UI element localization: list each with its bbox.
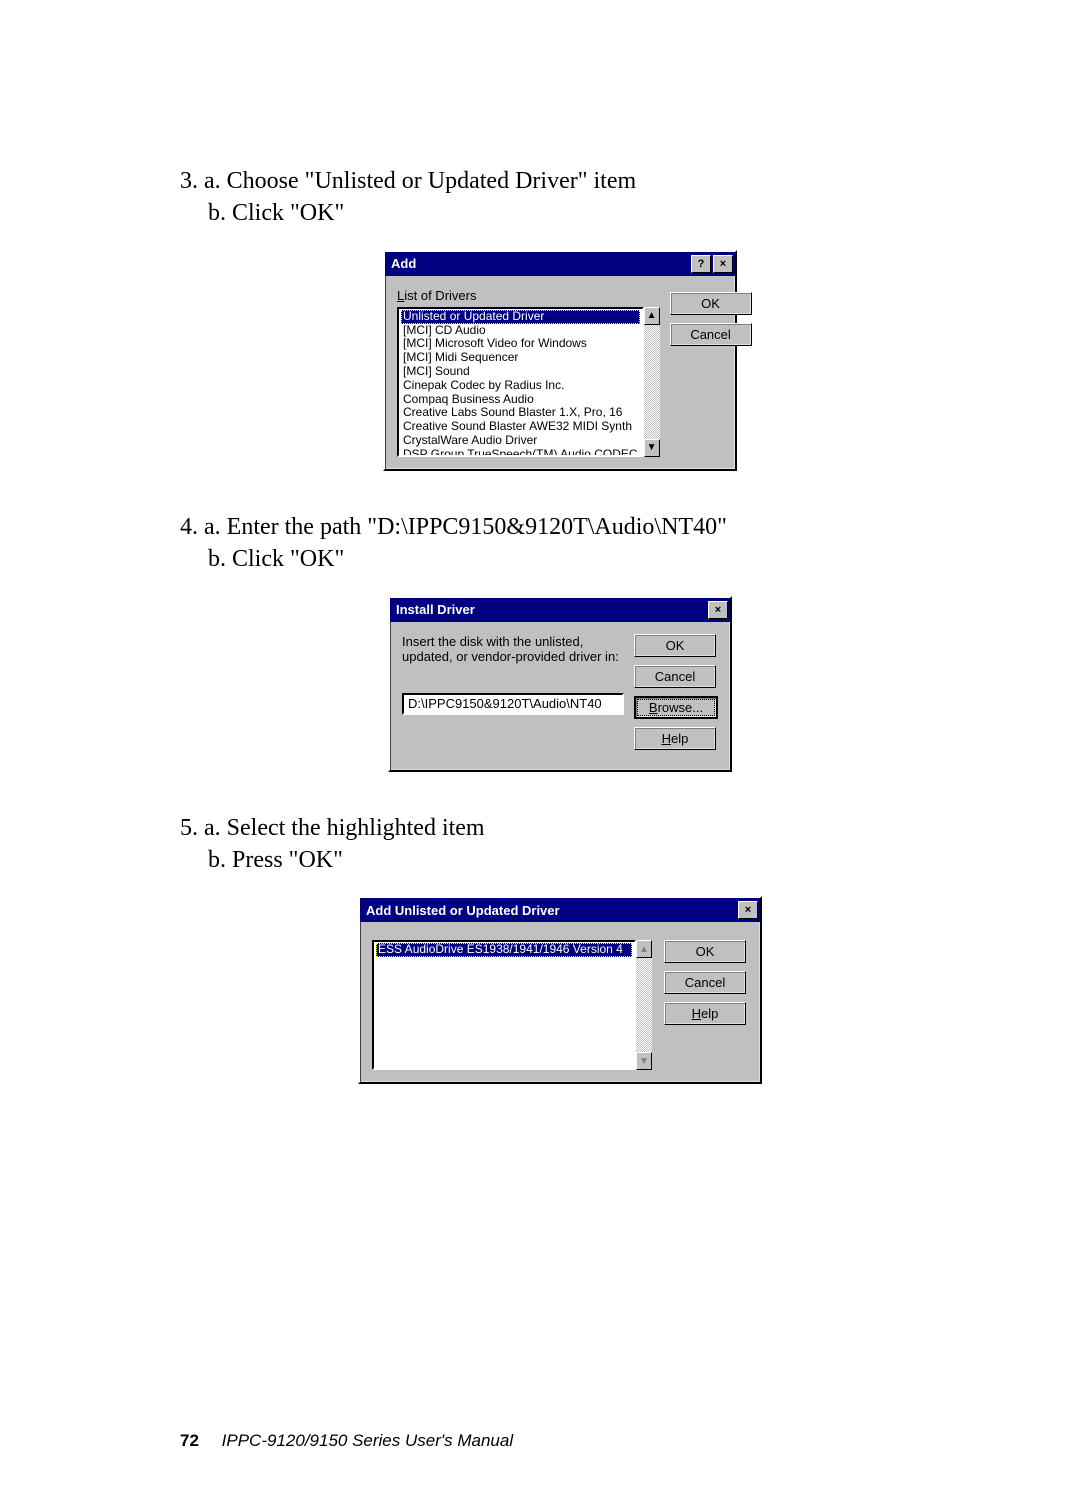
list-item[interactable]: CrystalWare Audio Driver <box>401 434 640 448</box>
close-icon[interactable]: × <box>713 255 733 273</box>
list-item[interactable]: ESS AudioDrive ES1938/1941/1946 Version … <box>376 943 632 957</box>
scrollbar[interactable]: ▲ ▼ <box>644 307 660 457</box>
dialog1-wrap: Add ? × List of Drivers Unlisted or Upda… <box>180 250 940 471</box>
step-4a: 4. a. Enter the path "D:\IPPC9150&9120T\… <box>180 514 727 540</box>
dialog3-titlebar: Add Unlisted or Updated Driver × <box>360 898 760 922</box>
add-unlisted-dialog: Add Unlisted or Updated Driver × ESS Aud… <box>358 896 762 1084</box>
list-item[interactable]: [MCI] Microsoft Video for Windows <box>401 337 640 351</box>
dialog1-titlebar: Add ? × <box>385 252 735 276</box>
path-input[interactable] <box>402 693 624 715</box>
cancel-button[interactable]: Cancel <box>664 971 746 994</box>
document-page: 3. a. Choose "Unlisted or Updated Driver… <box>0 0 1080 1511</box>
dialog3-title: Add Unlisted or Updated Driver <box>366 903 560 918</box>
dialog3-wrap: Add Unlisted or Updated Driver × ESS Aud… <box>180 896 940 1084</box>
scrollbar: ▲ ▼ <box>636 940 652 1070</box>
help-button[interactable]: Help <box>634 727 716 750</box>
close-icon[interactable]: × <box>738 901 758 919</box>
step-3b: b. Click "OK" <box>180 197 940 229</box>
ok-button[interactable]: OK <box>634 634 716 657</box>
list-item[interactable]: Unlisted or Updated Driver <box>401 310 640 324</box>
list-item[interactable]: Creative Sound Blaster AWE32 MIDI Synth <box>401 420 640 434</box>
scroll-up-icon: ▲ <box>636 940 652 958</box>
step-5a: 5. a. Select the highlighted item <box>180 815 485 841</box>
install-driver-dialog: Install Driver × Insert the disk with th… <box>388 596 732 772</box>
dialog1-title: Add <box>391 256 416 271</box>
ok-button[interactable]: OK <box>670 292 752 315</box>
scroll-track <box>636 958 652 1052</box>
page-footer: 72 IPPC-9120/9150 Series User's Manual <box>180 1431 513 1451</box>
page-number: 72 <box>180 1431 199 1450</box>
list-item[interactable]: Creative Labs Sound Blaster 1.X, Pro, 16 <box>401 406 640 420</box>
add-driver-dialog: Add ? × List of Drivers Unlisted or Upda… <box>383 250 737 471</box>
cancel-button[interactable]: Cancel <box>634 665 716 688</box>
help-button[interactable]: Help <box>664 1002 746 1025</box>
step-4b: b. Click "OK" <box>180 543 940 575</box>
footer-text: IPPC-9120/9150 Series User's Manual <box>222 1431 513 1450</box>
step-3a: 3. a. Choose "Unlisted or Updated Driver… <box>180 168 636 194</box>
drivers-listbox[interactable]: Unlisted or Updated Driver [MCI] CD Audi… <box>397 307 644 457</box>
cancel-button[interactable]: Cancel <box>670 323 752 346</box>
scroll-down-icon: ▼ <box>636 1052 652 1070</box>
help-icon[interactable]: ? <box>691 255 711 273</box>
dialog2-wrap: Install Driver × Insert the disk with th… <box>180 596 940 772</box>
list-label: List of Drivers <box>397 288 660 303</box>
list-item[interactable]: Cinepak Codec by Radius Inc. <box>401 379 640 393</box>
scroll-down-icon[interactable]: ▼ <box>644 439 660 457</box>
install-message: Insert the disk with the unlisted, updat… <box>402 634 624 665</box>
step-5-text: 5. a. Select the highlighted item b. Pre… <box>180 812 940 877</box>
step-5b: b. Press "OK" <box>180 844 940 876</box>
list-item[interactable]: [MCI] Midi Sequencer <box>401 351 640 365</box>
scroll-track[interactable] <box>644 325 660 439</box>
dialog2-title: Install Driver <box>396 602 475 617</box>
browse-button[interactable]: Browse... <box>634 696 718 719</box>
step-3-text: 3. a. Choose "Unlisted or Updated Driver… <box>180 165 940 230</box>
list-item[interactable]: Compaq Business Audio <box>401 393 640 407</box>
unlisted-listbox[interactable]: ESS AudioDrive ES1938/1941/1946 Version … <box>372 940 636 1070</box>
ok-button[interactable]: OK <box>664 940 746 963</box>
list-item[interactable]: [MCI] CD Audio <box>401 324 640 338</box>
close-icon[interactable]: × <box>708 601 728 619</box>
step-4-text: 4. a. Enter the path "D:\IPPC9150&9120T\… <box>180 511 940 576</box>
dialog2-titlebar: Install Driver × <box>390 598 730 622</box>
list-item[interactable]: [MCI] Sound <box>401 365 640 379</box>
scroll-up-icon[interactable]: ▲ <box>644 307 660 325</box>
list-item[interactable]: DSP Group TrueSpeech(TM) Audio CODEC <box>401 448 640 457</box>
